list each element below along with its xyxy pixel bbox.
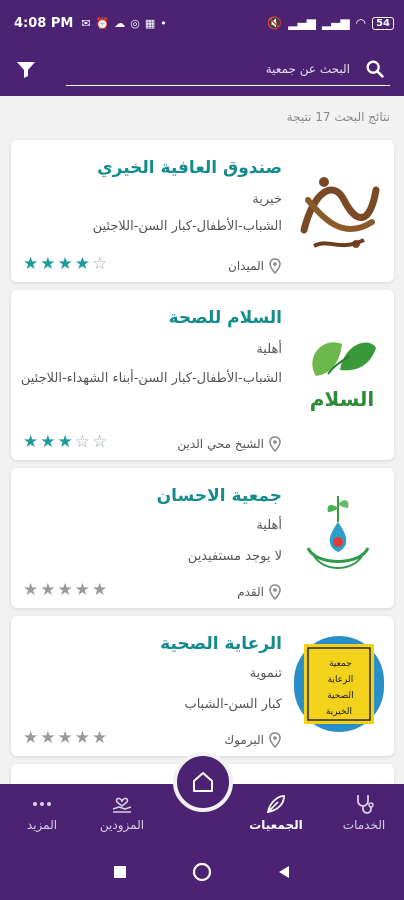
leaf-icon bbox=[266, 795, 285, 814]
star-grey-icon: ★ bbox=[23, 580, 39, 600]
star-grey-icon: ★ bbox=[40, 728, 56, 748]
card-beneficiaries: الشباب-الأطفال-كبار السن-أبناء الشهداء-ا… bbox=[20, 371, 282, 386]
star-rating: ★ ★ ★ ★ ☆ bbox=[23, 254, 107, 274]
location-label: القدم bbox=[237, 585, 264, 599]
nav-label: الخدمات bbox=[342, 818, 386, 832]
search-field bbox=[66, 54, 390, 86]
battery-indicator: 54 bbox=[372, 16, 394, 30]
card-location: اليرموك bbox=[224, 732, 282, 748]
more-dots-icon bbox=[33, 802, 51, 806]
card-location: الميدان bbox=[228, 258, 282, 274]
association-card[interactable]: صندوق العافية الخيري خيرية الشباب-الأطفا… bbox=[11, 140, 394, 282]
nav-associations[interactable]: الجمعيات bbox=[236, 788, 316, 832]
nav-providers[interactable]: المزودين bbox=[82, 788, 162, 832]
recents-icon[interactable] bbox=[112, 864, 128, 880]
card-beneficiaries: لا يوجد مستفيدين bbox=[187, 549, 282, 564]
stethoscope-icon bbox=[357, 795, 374, 814]
star-grey-icon: ★ bbox=[57, 580, 73, 600]
results-count: نتائج البحث 17 نتيجة bbox=[286, 110, 390, 124]
al-afia-calligraphy-logo bbox=[294, 160, 384, 256]
location-label: اليرموك bbox=[224, 733, 264, 747]
signal-icon-2: ▂▄▆ bbox=[321, 16, 350, 30]
star-grey-icon: ★ bbox=[23, 728, 39, 748]
association-card[interactable]: جمعية الاحسان أهلية لا يوجد مستفيدين الق… bbox=[11, 468, 394, 608]
star-empty-icon: ☆ bbox=[74, 432, 90, 452]
notification-icons: ✉ ⏰ ☁ ◎ ▦ • bbox=[81, 17, 166, 30]
association-card[interactable]: جمعية الرعاية الصحية الخيرية الرعاية الص… bbox=[11, 616, 394, 756]
location-label: الميدان bbox=[228, 259, 264, 273]
star-filled-icon: ★ bbox=[57, 432, 73, 452]
star-grey-icon: ★ bbox=[57, 728, 73, 748]
home-icon bbox=[193, 772, 213, 792]
location-pin-icon bbox=[269, 258, 281, 274]
nav-label: المزودين bbox=[99, 818, 145, 832]
system-home-icon[interactable] bbox=[192, 862, 212, 882]
calendar-icon: ▦ bbox=[144, 16, 156, 30]
card-type: تنموية bbox=[249, 666, 282, 681]
star-grey-icon: ★ bbox=[74, 728, 90, 748]
star-filled-icon: ★ bbox=[23, 432, 39, 452]
cloud-icon: ☁ bbox=[114, 16, 126, 30]
card-type: أهلية bbox=[256, 342, 282, 357]
star-empty-icon: ☆ bbox=[92, 432, 108, 452]
card-type: أهلية bbox=[256, 518, 282, 533]
health-care-yellow-logo: جمعية الرعاية الصحية الخيرية bbox=[294, 636, 384, 732]
location-pin-icon bbox=[269, 436, 281, 452]
whatsapp-icon: ◎ bbox=[130, 16, 140, 30]
filter-icon[interactable] bbox=[14, 58, 38, 82]
wifi-icon: ◠ bbox=[355, 16, 367, 30]
location-pin-icon bbox=[269, 732, 281, 748]
search-icon[interactable] bbox=[364, 58, 386, 80]
ihsan-hands-drop-logo bbox=[294, 486, 384, 582]
signal-icon: ▂▄▆ bbox=[288, 16, 316, 30]
star-filled-icon: ★ bbox=[23, 254, 39, 274]
nav-services[interactable]: الخدمات bbox=[324, 788, 404, 832]
star-grey-icon: ★ bbox=[92, 728, 108, 748]
system-navigation bbox=[0, 844, 404, 900]
location-pin-icon bbox=[269, 584, 281, 600]
system-icons: 🔇 ▂▄▆ ▂▄▆ ◠ 54 bbox=[267, 16, 394, 30]
salam-leaf-logo: السلام bbox=[294, 326, 384, 422]
search-header bbox=[0, 46, 404, 96]
star-rating: ★ ★ ★ ★ ★ bbox=[23, 728, 107, 748]
star-grey-icon: ★ bbox=[92, 580, 108, 600]
card-title: جمعية الاحسان bbox=[156, 486, 282, 506]
star-empty-icon: ☆ bbox=[92, 254, 108, 274]
star-grey-icon: ★ bbox=[74, 580, 90, 600]
star-filled-icon: ★ bbox=[40, 432, 56, 452]
card-title: الرعاية الصحية bbox=[160, 634, 282, 654]
mail-icon: ✉ bbox=[81, 16, 91, 30]
logo-text: السلام bbox=[310, 387, 375, 411]
dot-icon: • bbox=[160, 16, 167, 30]
star-grey-icon: ★ bbox=[40, 580, 56, 600]
nav-label: المزيد bbox=[26, 818, 58, 832]
nav-more[interactable]: المزيد bbox=[2, 788, 82, 832]
nav-label: الجمعيات bbox=[249, 818, 303, 832]
mute-icon: 🔇 bbox=[267, 16, 283, 30]
star-rating: ★ ★ ★ ★ ★ bbox=[23, 580, 107, 600]
card-location: الشيخ محي الدين bbox=[177, 436, 282, 452]
card-beneficiaries: الشباب-الأطفال-كبار السن-اللاجئين bbox=[92, 219, 282, 234]
hand-heart-icon bbox=[112, 797, 132, 813]
card-beneficiaries: كبار السن-الشباب bbox=[184, 697, 282, 712]
star-rating: ★ ★ ★ ☆ ☆ bbox=[23, 432, 107, 452]
card-location: القدم bbox=[237, 584, 282, 600]
star-filled-icon: ★ bbox=[40, 254, 56, 274]
star-filled-icon: ★ bbox=[74, 254, 90, 274]
star-filled-icon: ★ bbox=[57, 254, 73, 274]
card-title: صندوق العافية الخيري bbox=[97, 158, 282, 178]
search-input[interactable] bbox=[90, 58, 350, 80]
alarm-icon: ⏰ bbox=[95, 16, 110, 30]
back-icon[interactable] bbox=[276, 864, 292, 880]
location-label: الشيخ محي الدين bbox=[177, 437, 264, 451]
card-type: خيرية bbox=[252, 192, 282, 207]
home-button[interactable] bbox=[173, 752, 233, 812]
status-time: 4:08 PM bbox=[14, 15, 74, 31]
status-bar: 4:08 PM ✉ ⏰ ☁ ◎ ▦ • 🔇 ▂▄▆ ▂▄▆ ◠ 54 bbox=[0, 0, 404, 46]
card-title: السلام للصحة bbox=[168, 308, 282, 328]
association-card[interactable]: السلام السلام للصحة أهلية الشباب-الأطفال… bbox=[11, 290, 394, 460]
